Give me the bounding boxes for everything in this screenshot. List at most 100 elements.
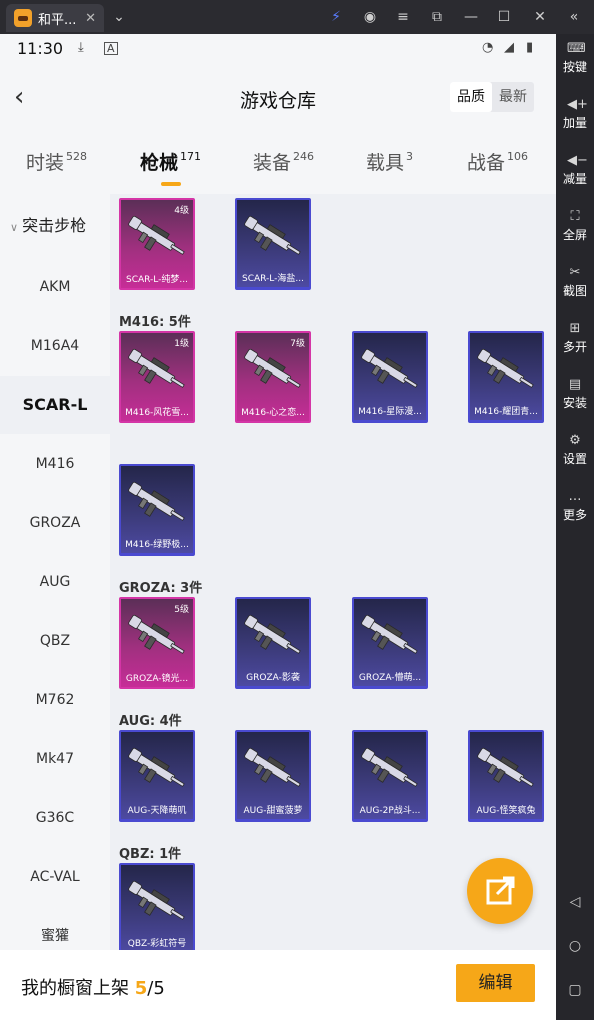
weapon-image bbox=[244, 614, 301, 654]
weapon-skin-card[interactable]: AUG-甜蜜菠萝 bbox=[235, 730, 311, 822]
weapon-type-item[interactable]: M762 bbox=[0, 671, 110, 729]
weapon-type-item[interactable]: AUG bbox=[0, 553, 110, 611]
weapon-image bbox=[477, 747, 534, 787]
share-icon bbox=[486, 876, 515, 905]
weapon-image bbox=[361, 747, 418, 787]
weapon-type-item[interactable]: SCAR-L bbox=[0, 376, 110, 434]
wifi-icon: ◔ bbox=[482, 40, 494, 55]
page-header: ‹ 游戏仓库 品质 最新 bbox=[0, 64, 556, 132]
tab-count: 246 bbox=[293, 150, 315, 163]
recent-nav-icon[interactable]: ▢ bbox=[567, 982, 583, 998]
weapon-image bbox=[128, 747, 185, 787]
weapon-skin-card[interactable]: M416-耀团青... bbox=[468, 331, 544, 423]
edit-button[interactable]: 编辑 bbox=[456, 964, 535, 1002]
tab-guns[interactable]: 枪械 171 bbox=[140, 148, 201, 175]
tab-title: 和平... bbox=[38, 12, 77, 28]
weapon-type-item[interactable]: QBZ bbox=[0, 612, 110, 670]
sidebar-gear-button[interactable]: ⚙ 设置 bbox=[556, 434, 594, 467]
sidebar-fullscreen-button[interactable]: ⛶ 全屏 bbox=[556, 210, 594, 243]
skin-name: GROZA-镜光... bbox=[125, 674, 189, 684]
sidebar-keyboard-button[interactable]: ⌨ 按键 bbox=[556, 42, 594, 75]
weapon-skin-card[interactable]: 1级 M416-风花雪... bbox=[119, 331, 195, 423]
popout-icon[interactable]: ⧉ bbox=[427, 7, 447, 27]
sidebar-label: 按键 bbox=[562, 60, 587, 74]
skin-name: M416-心之恋... bbox=[241, 408, 305, 418]
group-header[interactable]: ∨ 突击步枪 bbox=[0, 212, 110, 236]
app-logo-icon bbox=[14, 9, 32, 27]
sidebar-label: 减量 bbox=[562, 172, 587, 186]
back-nav-icon[interactable]: ◁ bbox=[567, 894, 583, 910]
bottom-bar: 我的橱窗上架 5/5 编辑 bbox=[0, 950, 556, 1020]
weapon-skin-card[interactable]: QBZ-彩虹符号 bbox=[119, 863, 195, 950]
category-tabs: 时装 528 枪械 171 装备 246 载具 3 战备 106 bbox=[0, 132, 556, 194]
more-icon: … bbox=[568, 489, 582, 504]
sidebar-volume-down-button[interactable]: ◀− 减量 bbox=[556, 154, 594, 187]
menu-icon[interactable]: ≡ bbox=[393, 7, 413, 27]
weapon-skin-card[interactable]: 4级 SCAR-L-纯梦... bbox=[119, 198, 195, 290]
weapon-skin-card[interactable]: GROZA-影袭 bbox=[235, 597, 311, 689]
weapon-skin-card[interactable]: AUG-天降萌叽 bbox=[119, 730, 195, 822]
weapon-type-item[interactable]: AC-VAL bbox=[0, 848, 110, 906]
share-fab-button[interactable] bbox=[467, 858, 533, 924]
sort-toggle: 品质 最新 bbox=[450, 82, 534, 112]
account-icon[interactable]: ◉ bbox=[360, 7, 380, 27]
sidebar-label: 截图 bbox=[562, 284, 587, 298]
sort-latest-button[interactable]: 最新 bbox=[492, 82, 534, 112]
level-badge: 4级 bbox=[174, 206, 189, 216]
scissors-icon: ✂ bbox=[569, 265, 581, 280]
weapon-skin-card[interactable]: AUG-2P战斗... bbox=[352, 730, 428, 822]
weapon-skin-card[interactable]: M416-绿野极... bbox=[119, 464, 195, 556]
tab-equipment[interactable]: 装备 246 bbox=[253, 148, 314, 175]
chevron-down-icon[interactable]: ⌄ bbox=[109, 7, 129, 27]
group-label: 突击步枪 bbox=[22, 216, 87, 235]
weapon-image bbox=[128, 348, 185, 388]
section-title: AUG: 4件 bbox=[119, 714, 182, 729]
weapon-skin-card[interactable]: 7级 M416-心之恋... bbox=[235, 331, 311, 423]
sidebar-scissors-button[interactable]: ✂ 截图 bbox=[556, 266, 594, 299]
tab-count: 106 bbox=[507, 150, 529, 163]
volume-down-icon: ◀− bbox=[567, 153, 588, 168]
tab-tactical-gear[interactable]: 战备 106 bbox=[467, 148, 528, 175]
emulator-sidebar: ⌨ 按键 ◀+ 加量 ◀− 减量 ⛶ 全屏 ✂ 截图 ⊞ 多开 ▤ 安装 ⚙ 设置 … 更多 ◁ ○ ▢ bbox=[556, 34, 594, 1020]
weapon-type-item[interactable]: AKM bbox=[0, 258, 110, 316]
collapse-sidebar-icon[interactable]: « bbox=[564, 7, 584, 27]
app-tab[interactable]: 和平... ✕ bbox=[6, 4, 104, 32]
sidebar-more-button[interactable]: … 更多 bbox=[556, 490, 594, 523]
weapon-type-item[interactable]: G36C bbox=[0, 789, 110, 847]
skin-name: M416-耀团青... bbox=[474, 407, 538, 417]
weapon-type-item[interactable]: M416 bbox=[0, 435, 110, 493]
minimize-icon[interactable]: — bbox=[461, 7, 481, 27]
home-nav-icon[interactable]: ○ bbox=[567, 938, 583, 954]
section-title: QBZ: 1件 bbox=[119, 847, 182, 862]
tab-label: 装备 bbox=[253, 152, 292, 174]
weapon-type-item[interactable]: Mk47 bbox=[0, 730, 110, 788]
tab-vehicles[interactable]: 载具 3 bbox=[366, 148, 413, 175]
apk-icon: ▤ bbox=[568, 377, 582, 392]
sort-quality-button[interactable]: 品质 bbox=[450, 82, 492, 112]
tab-close-icon[interactable]: ✕ bbox=[85, 11, 96, 26]
tab-fashion[interactable]: 时装 528 bbox=[26, 148, 87, 175]
weapon-skin-card[interactable]: SCAR-L-海盐... bbox=[235, 198, 311, 290]
weapon-type-item[interactable]: M16A4 bbox=[0, 317, 110, 375]
weapon-skin-card[interactable]: 5级 GROZA-镜光... bbox=[119, 597, 195, 689]
weapon-skin-card[interactable]: GROZA-懵萌... bbox=[352, 597, 428, 689]
sidebar-apk-button[interactable]: ▤ 安装 bbox=[556, 378, 594, 411]
skin-name: SCAR-L-纯梦... bbox=[126, 275, 188, 285]
skin-name: AUG-天降萌叽 bbox=[127, 806, 187, 816]
multi-window-icon: ⊞ bbox=[569, 321, 581, 336]
tab-label: 战备 bbox=[467, 152, 506, 174]
chevron-down-icon: ∨ bbox=[10, 221, 19, 234]
skin-name: QBZ-彩虹符号 bbox=[127, 939, 187, 949]
weapon-skin-card[interactable]: AUG-怪笑疯兔 bbox=[468, 730, 544, 822]
showcase-total: /5 bbox=[147, 978, 165, 999]
weapon-type-item[interactable]: GROZA bbox=[0, 494, 110, 552]
maximize-icon[interactable]: ☐ bbox=[494, 7, 514, 27]
status-time: 11:30 bbox=[17, 39, 64, 58]
lightning-icon[interactable]: ⚡ bbox=[326, 7, 346, 27]
sidebar-volume-up-button[interactable]: ◀+ 加量 bbox=[556, 98, 594, 131]
signal-icon: ◢ bbox=[504, 40, 514, 55]
status-bar: 11:30 ⤓ A ◔ ◢ ▮ bbox=[0, 34, 556, 64]
weapon-skin-card[interactable]: M416-星际漫... bbox=[352, 331, 428, 423]
close-icon[interactable]: ✕ bbox=[530, 7, 550, 27]
sidebar-multi-window-button[interactable]: ⊞ 多开 bbox=[556, 322, 594, 355]
